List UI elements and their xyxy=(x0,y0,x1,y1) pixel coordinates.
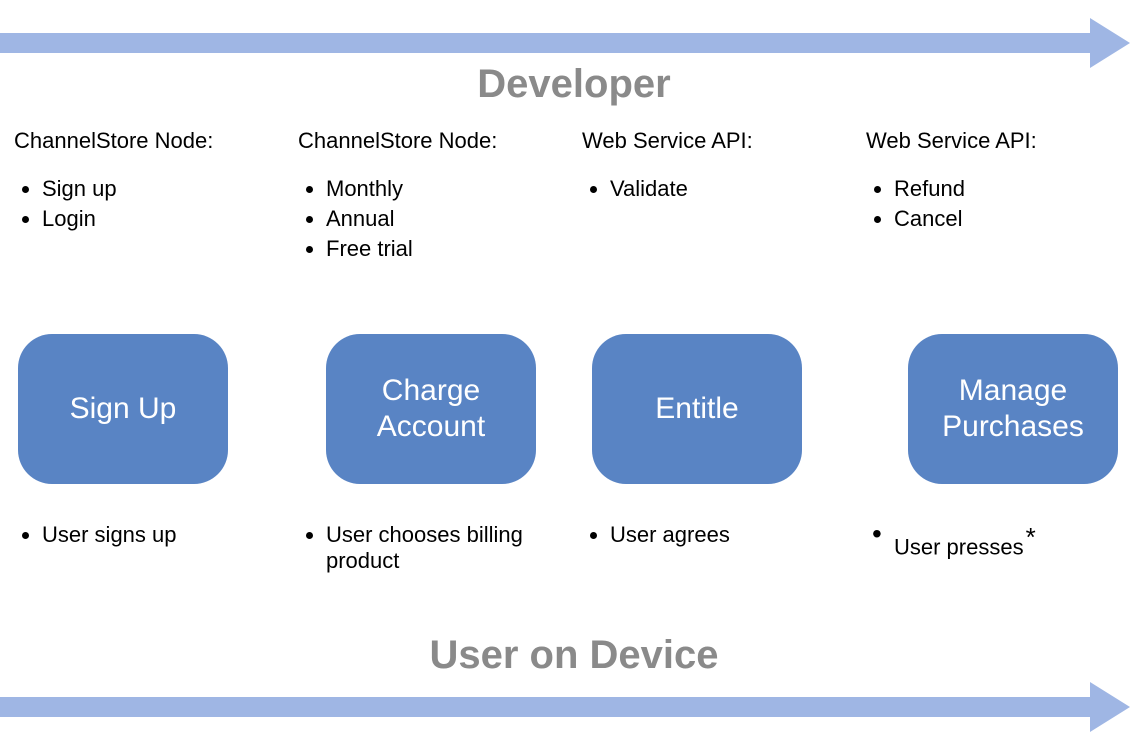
dev-list: Monthly Annual Free trial xyxy=(298,176,566,262)
dev-list: Sign up Login xyxy=(14,176,282,232)
developer-label: Developer xyxy=(0,62,1148,107)
user-list: User signs up xyxy=(14,522,282,548)
user-block: User presses* xyxy=(866,522,1134,564)
dev-heading: ChannelStore Node: xyxy=(14,128,282,154)
column-charge: ChannelStore Node: Monthly Annual Free t… xyxy=(298,128,566,578)
user-item: User presses* xyxy=(894,522,1134,560)
dev-item: Validate xyxy=(610,176,850,202)
dev-item: Cancel xyxy=(894,206,1134,232)
stage-box-charge: Charge Account xyxy=(326,334,536,484)
user-list: User agrees xyxy=(582,522,850,548)
dev-heading: Web Service API: xyxy=(866,128,1134,154)
dev-heading: Web Service API: xyxy=(582,128,850,154)
dev-block: Web Service API: Validate xyxy=(582,128,850,316)
top-arrow xyxy=(0,18,1130,68)
user-block: User signs up xyxy=(14,522,282,552)
dev-block: ChannelStore Node: Monthly Annual Free t… xyxy=(298,128,566,316)
user-list: User presses* xyxy=(866,522,1134,560)
user-block: User agrees xyxy=(582,522,850,552)
user-list: User chooses billing product xyxy=(298,522,566,574)
dev-item: Monthly xyxy=(326,176,566,202)
dev-item: Refund xyxy=(894,176,1134,202)
arrow-head-icon xyxy=(1090,18,1130,68)
stage-box-signup: Sign Up xyxy=(18,334,228,484)
dev-list: Validate xyxy=(582,176,850,202)
user-item: User signs up xyxy=(42,522,282,548)
user-block: User chooses billing product xyxy=(298,522,566,578)
arrow-head-icon xyxy=(1090,682,1130,732)
dev-block: Web Service API: Refund Cancel xyxy=(866,128,1134,316)
user-item: User agrees xyxy=(610,522,850,548)
dev-block: ChannelStore Node: Sign up Login xyxy=(14,128,282,316)
dev-item: Annual xyxy=(326,206,566,232)
asterisk-icon: * xyxy=(1026,522,1036,552)
arrow-shaft xyxy=(0,33,1090,53)
dev-item: Sign up xyxy=(42,176,282,202)
stage-box-manage: Manage Purchases xyxy=(908,334,1118,484)
column-entitle: Web Service API: Validate Entitle User a… xyxy=(582,128,850,578)
dev-heading: ChannelStore Node: xyxy=(298,128,566,154)
user-item-text: User presses xyxy=(894,534,1024,559)
bottom-arrow xyxy=(0,682,1130,732)
column-manage: Web Service API: Refund Cancel Manage Pu… xyxy=(866,128,1134,578)
stage-box-entitle: Entitle xyxy=(592,334,802,484)
dev-item: Login xyxy=(42,206,282,232)
user-item: User chooses billing product xyxy=(326,522,566,574)
user-on-device-label: User on Device xyxy=(0,633,1148,678)
arrow-shaft xyxy=(0,697,1090,717)
dev-item: Free trial xyxy=(326,236,566,262)
dev-list: Refund Cancel xyxy=(866,176,1134,232)
columns-container: ChannelStore Node: Sign up Login Sign Up… xyxy=(0,128,1148,578)
column-signup: ChannelStore Node: Sign up Login Sign Up… xyxy=(14,128,282,578)
